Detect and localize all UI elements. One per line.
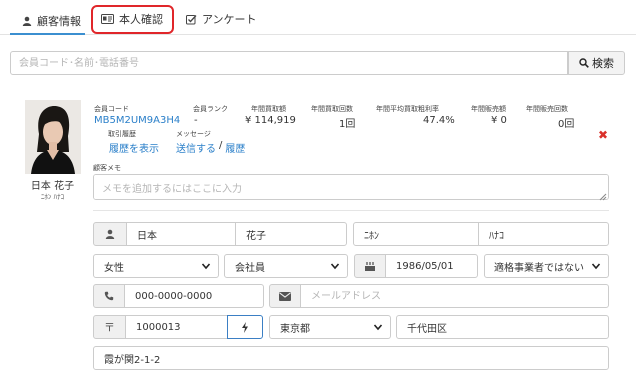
- message-separator: /: [219, 140, 223, 151]
- search-button-label: 検索: [592, 57, 614, 70]
- tab-survey[interactable]: アンケート: [186, 8, 257, 30]
- gender-value: 女性: [104, 262, 124, 274]
- history-link[interactable]: 履歴を表示: [109, 140, 159, 155]
- tab-label: アンケート: [202, 13, 257, 26]
- postal-code-input[interactable]: [125, 315, 228, 339]
- annual-purchase-label: 年間買取額: [251, 105, 286, 113]
- address-lookup-button[interactable]: [227, 315, 263, 339]
- message-send-link[interactable]: 送信する: [176, 140, 216, 155]
- phone-input[interactable]: [124, 284, 264, 308]
- annual-purchase-count-value: 1回: [339, 119, 356, 130]
- search-button[interactable]: 検索: [568, 51, 625, 75]
- tab-customer-info[interactable]: 顧客情報: [10, 8, 85, 35]
- invoice-status-value: 適格事業者ではない: [494, 262, 584, 274]
- gender-select[interactable]: 女性: [93, 254, 219, 278]
- email-addon: [269, 284, 301, 308]
- annual-sales-label: 年間販売額: [471, 105, 506, 113]
- customer-photo: [25, 100, 81, 174]
- annual-sales-value: ¥ 0: [491, 115, 507, 126]
- customer-name: 日本 花子: [30, 181, 75, 192]
- invoice-status-select[interactable]: 適格事業者ではない: [484, 254, 609, 278]
- birthday-addon: [354, 254, 386, 278]
- annual-sales-count-value: 0回: [558, 119, 575, 130]
- resize-handle-icon[interactable]: [599, 191, 607, 204]
- message-label: メッセージ: [176, 130, 211, 138]
- message-history-link[interactable]: 履歴: [225, 140, 245, 155]
- user-icon: [105, 229, 115, 239]
- divider: [93, 210, 609, 211]
- tab-identity-check[interactable]: 本人確認: [101, 8, 163, 30]
- chevron-down-icon: [373, 322, 383, 335]
- annual-sales-count-label: 年間販売回数: [526, 105, 568, 113]
- annual-purchase-value: ¥ 114,919: [245, 115, 296, 126]
- search-icon: [579, 58, 589, 68]
- tab-label: 本人確認: [119, 13, 163, 26]
- id-card-icon: [101, 14, 114, 24]
- postal-addon: 〒: [93, 315, 126, 339]
- lightning-bolt-icon: [241, 321, 249, 333]
- customer-kana: ﾆﾎﾝ ﾊﾅｺ: [40, 193, 65, 201]
- annual-purchase-count-label: 年間買取回数: [311, 105, 353, 113]
- checkbox-icon: [186, 14, 197, 25]
- envelope-icon: [279, 291, 291, 301]
- prefecture-value: 東京都: [280, 323, 310, 335]
- member-rank-value: -: [194, 115, 198, 126]
- chevron-down-icon: [330, 261, 340, 274]
- city-input[interactable]: [396, 315, 609, 339]
- postal-mark: 〒: [104, 321, 115, 334]
- email-input[interactable]: [300, 284, 609, 308]
- last-name-input[interactable]: [126, 222, 236, 246]
- member-rank-label: 会員ランク: [193, 105, 228, 113]
- avg-margin-label: 年間平均買取粗利率: [376, 105, 439, 113]
- last-kana-input[interactable]: [353, 222, 479, 246]
- memo-label: 顧客メモ: [93, 164, 121, 172]
- avg-margin-value: 47.4%: [423, 115, 455, 126]
- phone-icon: [104, 291, 114, 301]
- message-links: 送信する / 履歴: [176, 140, 245, 155]
- search-input[interactable]: [10, 51, 568, 75]
- birthday-input[interactable]: [385, 254, 478, 278]
- chevron-down-icon: [201, 261, 211, 274]
- occupation-select[interactable]: 会社員: [224, 254, 348, 278]
- tab-label: 顧客情報: [37, 14, 81, 28]
- first-kana-input[interactable]: [478, 222, 609, 246]
- street-address-input[interactable]: [93, 346, 609, 370]
- user-icon: [22, 16, 32, 26]
- chevron-down-icon: [591, 261, 601, 274]
- memo-textarea[interactable]: [93, 174, 609, 200]
- search-bar: 検索: [10, 51, 625, 75]
- history-label: 取引履歴: [108, 130, 136, 138]
- close-icon[interactable]: ✖: [598, 128, 608, 142]
- occupation-value: 会社員: [235, 262, 265, 274]
- name-addon: [93, 222, 127, 246]
- first-name-input[interactable]: [235, 222, 347, 246]
- member-code-link[interactable]: MB5M2UM9A3H4: [94, 115, 180, 126]
- birthday-cake-icon: [364, 261, 376, 272]
- tab-bar: 顧客情報 本人確認 アンケート: [0, 0, 636, 35]
- member-code-label: 会員コード: [94, 105, 129, 113]
- phone-addon: [93, 284, 125, 308]
- prefecture-select[interactable]: 東京都: [269, 315, 391, 339]
